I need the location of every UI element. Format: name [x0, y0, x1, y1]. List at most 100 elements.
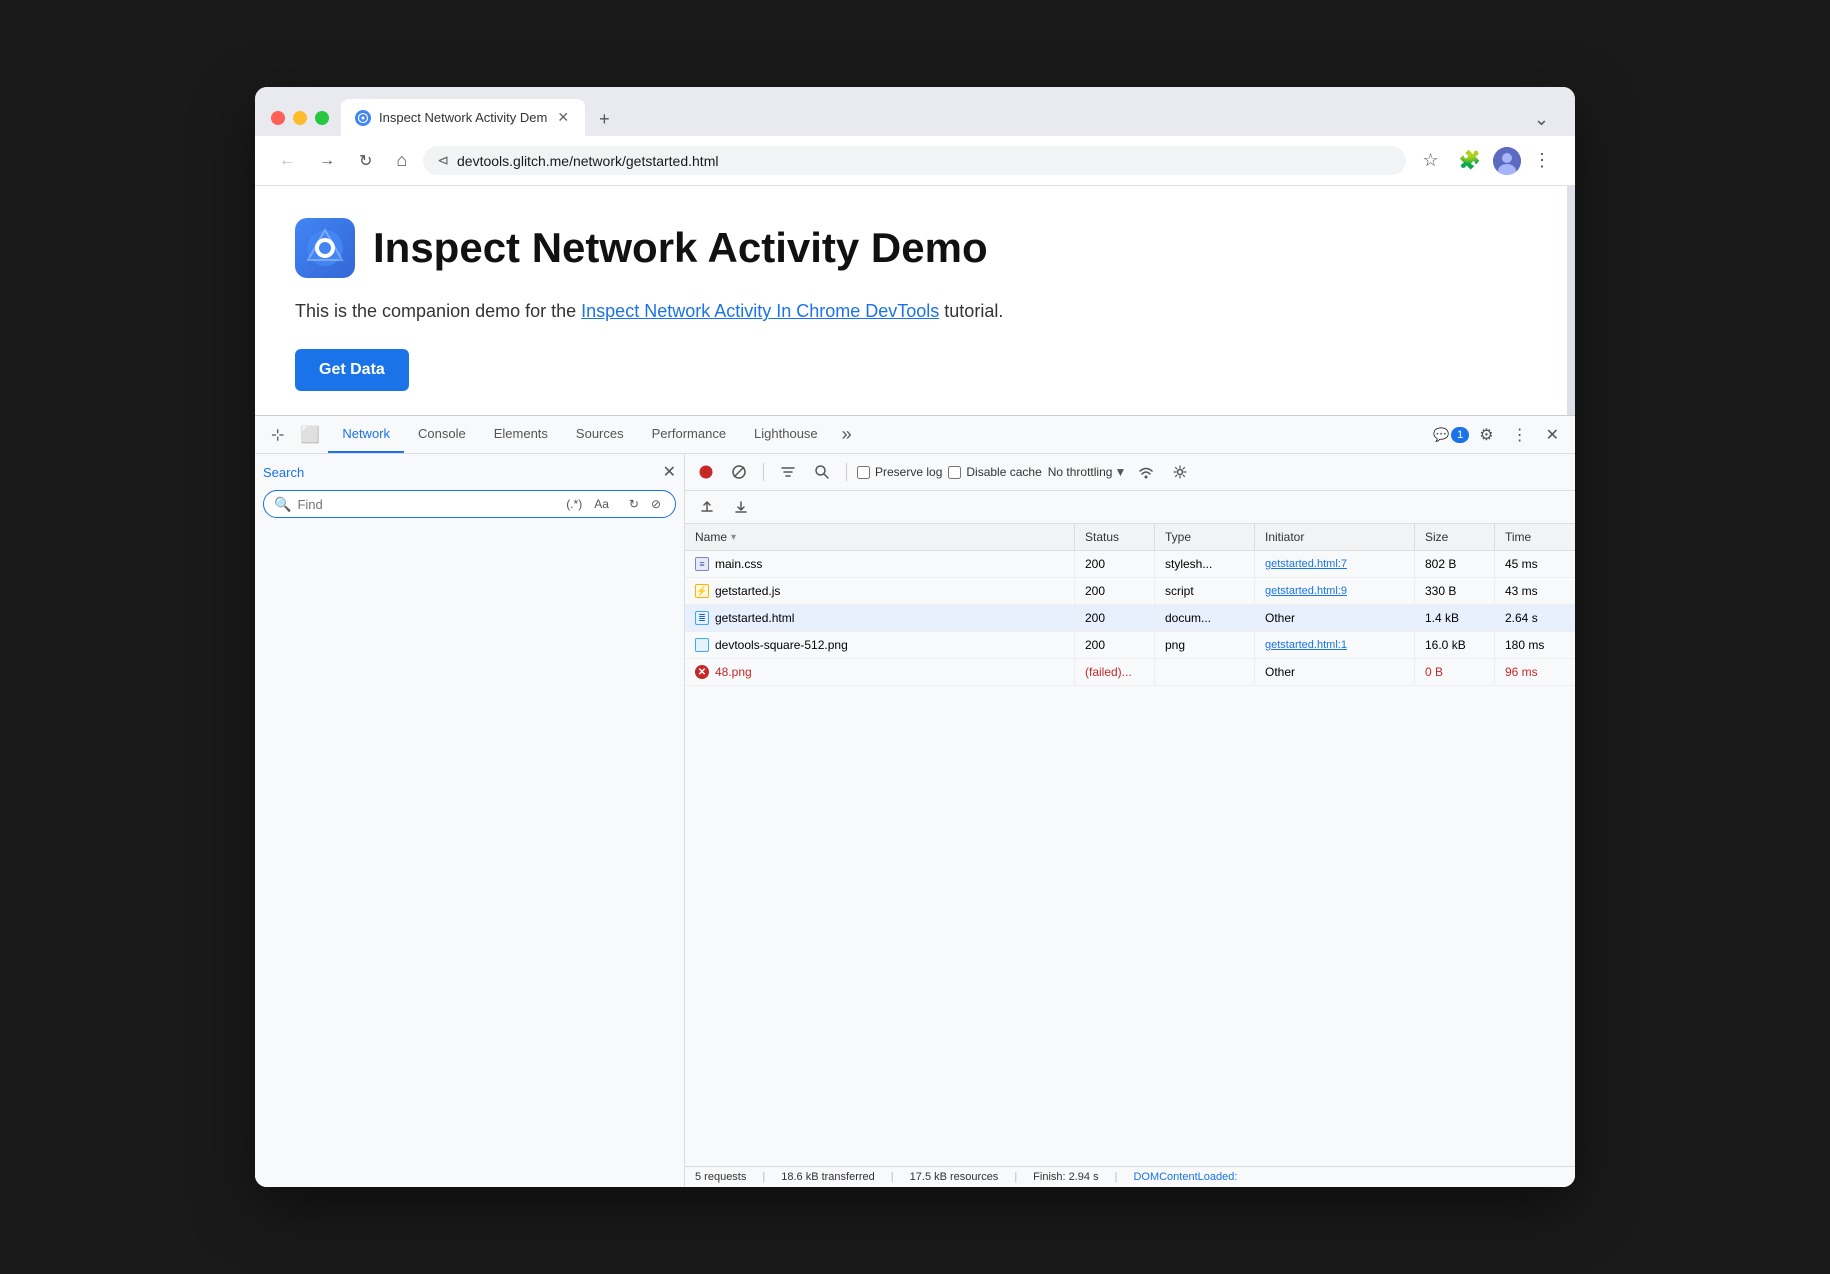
file-name: getstarted.html: [715, 611, 794, 625]
address-bar[interactable]: ⊲ devtools.glitch.me/network/getstarted.…: [423, 146, 1406, 175]
tab-performance[interactable]: Performance: [638, 416, 740, 453]
cell-status: (failed)...: [1075, 659, 1155, 685]
cell-type: [1155, 659, 1255, 685]
cell-name: ⚡ getstarted.js: [685, 578, 1075, 604]
maximize-traffic-light[interactable]: [315, 111, 329, 125]
clear-log-btn[interactable]: [725, 460, 753, 484]
cell-initiator: Other: [1255, 605, 1415, 631]
tab-favicon: [355, 110, 371, 126]
requests-count: 5 requests: [695, 1171, 746, 1183]
reload-button[interactable]: ↻: [351, 145, 380, 177]
devtools-close-btn[interactable]: ✕: [1538, 419, 1567, 451]
search-panel: Search ✕ 🔍 (.*) Aa ↻ ⊘: [255, 454, 685, 1187]
cell-time: 180 ms: [1495, 632, 1575, 658]
more-tabs-btn[interactable]: »: [832, 418, 862, 451]
address-text: devtools.glitch.me/network/getstarted.ht…: [457, 153, 1392, 169]
col-initiator: Initiator: [1255, 524, 1415, 550]
home-button[interactable]: ⌂: [388, 144, 415, 177]
profile-avatar[interactable]: [1493, 147, 1521, 175]
initiator-link[interactable]: getstarted.html:7: [1265, 558, 1347, 570]
network-settings-btn[interactable]: [1166, 460, 1194, 484]
devtools-settings-btn[interactable]: ⚙: [1471, 419, 1501, 451]
dom-loaded-link[interactable]: DOMContentLoaded:: [1133, 1171, 1237, 1183]
tab-lighthouse[interactable]: Lighthouse: [740, 416, 832, 453]
initiator-link[interactable]: getstarted.html:1: [1265, 639, 1347, 651]
cell-size: 330 B: [1415, 578, 1495, 604]
tab-elements[interactable]: Elements: [480, 416, 562, 453]
html-file-icon: ≣: [695, 611, 709, 625]
search-refresh-btn[interactable]: ↻: [625, 495, 643, 513]
file-name: devtools-square-512.png: [715, 638, 848, 652]
export-har-btn[interactable]: [727, 495, 755, 519]
file-name: getstarted.js: [715, 584, 780, 598]
case-sensitive-btn[interactable]: Aa: [590, 495, 613, 513]
disable-cache-checkbox[interactable]: Disable cache: [948, 465, 1041, 479]
tab-network[interactable]: Network: [328, 416, 404, 453]
cell-size: 0 B: [1415, 659, 1495, 685]
nav-bar: ← → ↻ ⌂ ⊲ devtools.glitch.me/network/get…: [255, 136, 1575, 186]
table-row[interactable]: devtools-square-512.png 200 png getstart…: [685, 632, 1575, 659]
nav-actions: ☆ 🧩 ⋮: [1414, 144, 1559, 177]
browser-tab[interactable]: Inspect Network Activity Dem ✕: [341, 99, 585, 136]
search-input-wrap: 🔍 (.*) Aa ↻ ⊘: [263, 490, 676, 518]
cell-name: ≣ getstarted.html: [685, 605, 1075, 631]
table-row[interactable]: ⚡ getstarted.js 200 script getstarted.ht…: [685, 578, 1575, 605]
device-toolbar-btn[interactable]: ⬜: [292, 419, 328, 451]
devtools-main-area: Search ✕ 🔍 (.*) Aa ↻ ⊘: [255, 454, 1575, 1187]
regex-toggle-btn[interactable]: (.*): [562, 495, 586, 513]
devtools-more-btn[interactable]: ⋮: [1504, 419, 1536, 451]
devtools-tutorial-link[interactable]: Inspect Network Activity In Chrome DevTo…: [581, 301, 939, 321]
import-har-btn[interactable]: [693, 495, 721, 519]
separator1: [763, 463, 764, 481]
tab-sources[interactable]: Sources: [562, 416, 638, 453]
wifi-icon-btn[interactable]: [1132, 460, 1160, 484]
new-tab-btn[interactable]: +: [589, 103, 620, 136]
filter-btn[interactable]: [774, 460, 802, 484]
notification-badge: 1: [1451, 427, 1469, 443]
col-type: Type: [1155, 524, 1255, 550]
search-close-btn[interactable]: ✕: [663, 462, 676, 482]
toolbar-right-icons: 💬 1 ⚙ ⋮ ✕: [1433, 419, 1567, 451]
cell-status: 200: [1075, 578, 1155, 604]
cell-type: docum...: [1155, 605, 1255, 631]
search-input[interactable]: [297, 497, 556, 512]
forward-button[interactable]: →: [311, 146, 343, 176]
throttle-control[interactable]: No throttling ▼: [1048, 465, 1127, 479]
table-row[interactable]: ✕ 48.png (failed)... Other 0 B 96 ms: [685, 659, 1575, 686]
search-clear-btn[interactable]: ⊘: [647, 495, 665, 513]
cell-initiator: getstarted.html:1: [1255, 632, 1415, 658]
inspector-tool-btn[interactable]: ⊹: [263, 419, 292, 451]
search-actions: ↻ ⊘: [625, 495, 665, 513]
preserve-log-checkbox[interactable]: Preserve log: [857, 465, 942, 479]
title-bar: Inspect Network Activity Dem ✕ + ⌄: [255, 87, 1575, 136]
bookmark-button[interactable]: ☆: [1414, 144, 1446, 177]
more-menu-button[interactable]: ⋮: [1525, 144, 1559, 177]
cell-name: devtools-square-512.png: [685, 632, 1075, 658]
file-name: main.css: [715, 557, 762, 571]
back-button[interactable]: ←: [271, 146, 303, 176]
chat-icon: 💬: [1433, 427, 1449, 443]
address-icon: ⊲: [437, 152, 449, 169]
extensions-button[interactable]: 🧩: [1451, 144, 1489, 177]
close-traffic-light[interactable]: [271, 111, 285, 125]
page-title: Inspect Network Activity Demo: [373, 224, 988, 272]
cell-status: 200: [1075, 632, 1155, 658]
tab-console[interactable]: Console: [404, 416, 480, 453]
get-data-button[interactable]: Get Data: [295, 349, 409, 391]
cell-type: stylesh...: [1155, 551, 1255, 577]
record-stop-btn[interactable]: [693, 461, 719, 483]
initiator-link[interactable]: getstarted.html:9: [1265, 585, 1347, 597]
search-btn[interactable]: [808, 460, 836, 484]
minimize-traffic-light[interactable]: [293, 111, 307, 125]
col-size: Size: [1415, 524, 1495, 550]
table-row[interactable]: ≡ main.css 200 stylesh... getstarted.htm…: [685, 551, 1575, 578]
png-file-icon: [695, 638, 709, 652]
table-row[interactable]: ≣ getstarted.html 200 docum... Other 1.4…: [685, 605, 1575, 632]
tab-close-btn[interactable]: ✕: [555, 107, 571, 128]
cell-name: ≡ main.css: [685, 551, 1075, 577]
separator2: [846, 463, 847, 481]
cell-initiator: Other: [1255, 659, 1415, 685]
tab-list-chevron[interactable]: ⌄: [1524, 103, 1559, 136]
page-heading: Inspect Network Activity Demo: [295, 218, 1527, 278]
cell-status: 200: [1075, 605, 1155, 631]
